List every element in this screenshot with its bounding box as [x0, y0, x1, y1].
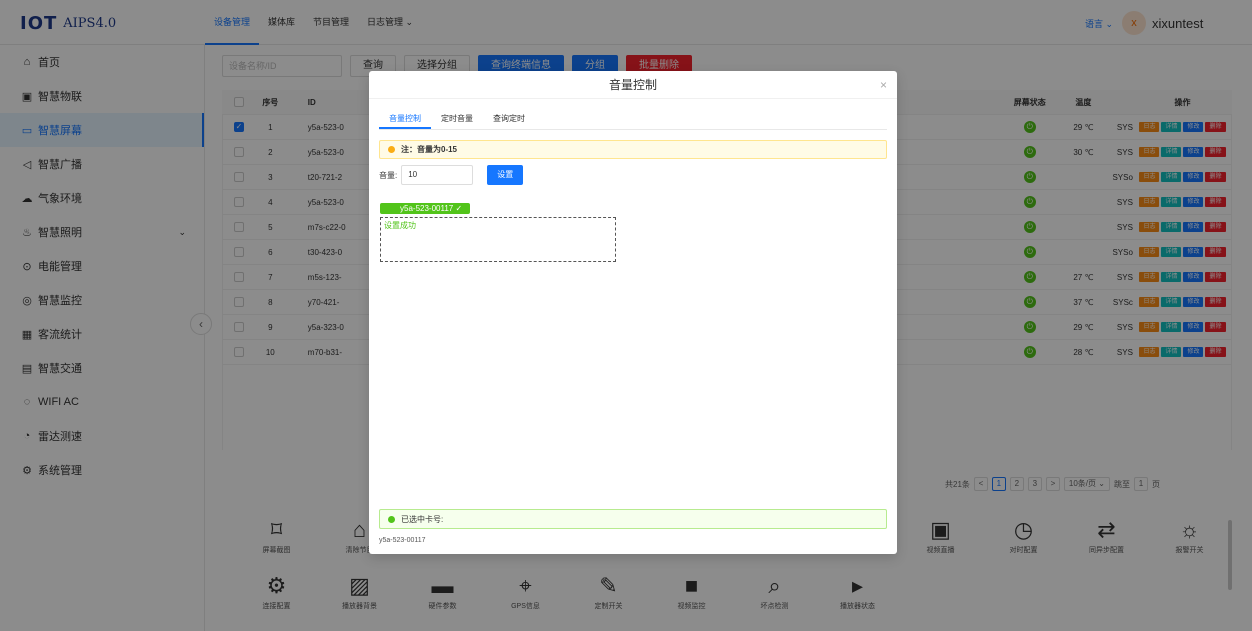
- close-icon[interactable]: ×: [880, 71, 887, 99]
- volume-label: 音量:: [379, 170, 398, 180]
- success-dot-icon: [388, 515, 395, 523]
- warning-dot-icon: [388, 146, 395, 153]
- selected-card-id: y5a-523-00117: [379, 537, 426, 544]
- tab-timed-volume[interactable]: 定时音量: [431, 111, 483, 129]
- set-button[interactable]: 设置: [487, 165, 524, 185]
- modal-title: 音量控制: [608, 78, 657, 92]
- tab-query-schedule[interactable]: 查询定时: [483, 111, 535, 129]
- selected-label: 已选中卡号:: [401, 514, 444, 524]
- tab-volume-control[interactable]: 音量控制: [379, 111, 431, 129]
- volume-notice: 注：音量为0-15: [379, 140, 887, 159]
- device-tag: y5a-523-00117 ✓: [380, 203, 471, 214]
- selected-card-bar: 已选中卡号:: [379, 509, 887, 529]
- modal-header: 音量控制 ×: [369, 71, 897, 99]
- volume-input[interactable]: 10: [401, 165, 474, 185]
- result-box: 设置成功: [380, 217, 616, 262]
- modal-tabs: 音量控制 定时音量 查询定时: [379, 111, 887, 130]
- volume-row: 音量: 10 设置: [379, 165, 524, 185]
- notice-text: 注：音量为0-15: [401, 145, 458, 154]
- volume-control-modal: 音量控制 × 音量控制 定时音量 查询定时 注：音量为0-15 音量: 10 设…: [369, 71, 897, 554]
